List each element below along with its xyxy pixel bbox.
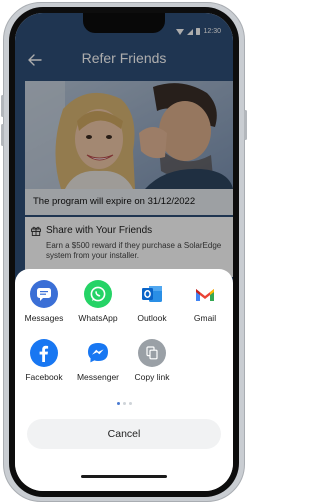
target-label: WhatsApp (78, 313, 118, 323)
share-target-facebook[interactable]: Facebook (16, 339, 72, 382)
share-sheet: Messages WhatsApp Outlook Gmail Facebook (15, 269, 233, 491)
page-dot (122, 402, 126, 405)
outlook-icon (138, 280, 166, 308)
volume-down-button (1, 124, 4, 146)
target-label: Copy link (134, 372, 170, 382)
share-target-outlook[interactable]: Outlook (124, 280, 180, 323)
share-target-messenger[interactable]: Messenger (70, 339, 126, 382)
volume-up-button (1, 95, 4, 117)
page-indicator (15, 402, 233, 405)
gmail-icon (191, 280, 219, 308)
target-label: Messages (24, 313, 64, 323)
target-label: Gmail (193, 313, 217, 323)
page-dot (128, 402, 132, 405)
share-target-gmail[interactable]: Gmail (177, 280, 233, 323)
share-target-messages[interactable]: Messages (16, 280, 72, 323)
cancel-button[interactable]: Cancel (27, 419, 221, 449)
target-label: Messenger (76, 372, 120, 382)
home-indicator[interactable] (81, 475, 167, 478)
page-dot (116, 402, 120, 405)
power-button (244, 110, 247, 140)
share-target-whatsapp[interactable]: WhatsApp (70, 280, 126, 323)
target-label: Facebook (25, 372, 63, 382)
whatsapp-icon (84, 280, 112, 308)
copy-link-icon (138, 339, 166, 367)
screen: 12:30 Refer Friends The program will exp… (15, 13, 233, 491)
messages-icon (30, 280, 58, 308)
facebook-icon (30, 339, 58, 367)
share-target-copy-link[interactable]: Copy link (124, 339, 180, 382)
target-label: Outlook (137, 313, 167, 323)
messenger-icon (84, 339, 112, 367)
